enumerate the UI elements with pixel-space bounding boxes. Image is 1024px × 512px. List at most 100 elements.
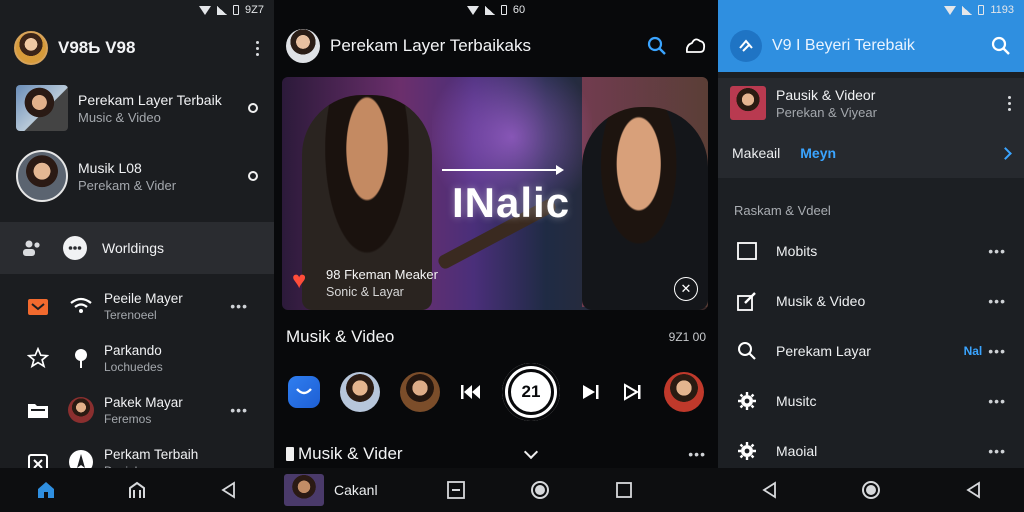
- app-icon[interactable]: [288, 376, 320, 408]
- status-time: 1193: [990, 4, 1014, 16]
- page-title: V9 I Beyeri Terebaik: [772, 37, 915, 54]
- bottom-nav: [0, 468, 274, 512]
- more-icon[interactable]: •••: [988, 293, 1006, 309]
- play-icon[interactable]: [580, 381, 602, 403]
- sidebar-item[interactable]: Parkando Lochuedes: [0, 332, 274, 384]
- home-icon[interactable]: [528, 478, 552, 502]
- section-label: Raskam & Vdeel: [734, 203, 831, 218]
- menu-item-label: Perekam Layar: [776, 343, 871, 359]
- bookmark-icon: [286, 447, 294, 461]
- avatar[interactable]: [664, 372, 704, 412]
- item-title: Perekam Layer Terbaik: [78, 91, 222, 108]
- people-icon: [23, 240, 40, 256]
- avatar[interactable]: [14, 31, 48, 65]
- more-icon[interactable]: •••: [988, 343, 1006, 359]
- avatar[interactable]: [286, 29, 320, 63]
- search-icon[interactable]: [990, 35, 1012, 57]
- sidebar-item-worldings[interactable]: Worldings: [0, 222, 274, 274]
- chevron-right-icon[interactable]: [999, 146, 1012, 160]
- back-icon[interactable]: [961, 478, 985, 502]
- square-icon[interactable]: [612, 478, 636, 502]
- close-icon[interactable]: ✕: [674, 277, 698, 301]
- inbox-icon: [26, 294, 50, 318]
- wifi-icon: [199, 5, 212, 15]
- recents-icon[interactable]: [444, 478, 468, 502]
- avatar[interactable]: [340, 372, 380, 412]
- center-panel: 60 Perekam Layer Terbaikaks INalic ♥ 98 …: [274, 0, 718, 512]
- section-title: Musik & Video: [286, 327, 395, 346]
- search-icon[interactable]: [646, 35, 668, 57]
- menu-item-label: Musitc: [776, 393, 817, 409]
- radio-button[interactable]: [248, 171, 258, 181]
- wifi-icon: [68, 293, 94, 319]
- mini-player-label: Cakanl: [334, 482, 378, 498]
- item-subtitle: Perekam & Vider: [78, 177, 177, 193]
- radio-button[interactable]: [248, 103, 258, 113]
- menu-item-label: Maoial: [776, 443, 818, 459]
- hero-caption-title: 98 Fkeman Meaker: [326, 267, 438, 282]
- kebab-icon[interactable]: [254, 40, 260, 56]
- more-icon[interactable]: •••: [988, 243, 1006, 259]
- window-icon: [736, 240, 758, 262]
- status-bar: 1193: [718, 0, 1024, 20]
- mini-player-thumbnail[interactable]: [284, 474, 324, 506]
- status-time: 9Z7: [245, 4, 264, 16]
- menu-item[interactable]: Musik & Video •••: [718, 276, 1024, 326]
- item-title: Musik L08: [78, 159, 142, 176]
- item-subtitle: Lochuedes: [104, 359, 163, 374]
- hero-banner[interactable]: INalic ♥ 98 Fkeman Meaker Sonic & Layar …: [282, 77, 708, 310]
- menu-item[interactable]: Mobits •••: [718, 226, 1024, 276]
- page-title: V98Ƅ V98: [58, 38, 136, 57]
- more-icon[interactable]: •••: [688, 446, 706, 462]
- more-icon[interactable]: •••: [230, 298, 248, 314]
- item-subtitle: Feremos: [104, 411, 152, 426]
- link-row[interactable]: Makeail Meyn: [718, 128, 1024, 178]
- gear-icon: [736, 440, 758, 462]
- app-logo-icon[interactable]: [730, 30, 762, 62]
- item-subtitle: Music & Video: [78, 109, 161, 125]
- list-item[interactable]: Musik L08 Perekam & Vider: [0, 144, 274, 208]
- kebab-icon[interactable]: [1006, 95, 1012, 111]
- link-value: Meyn: [800, 145, 837, 161]
- queue-row[interactable]: Musik & Vider •••: [286, 440, 706, 468]
- star-icon: [26, 346, 50, 370]
- home-icon[interactable]: [859, 478, 883, 502]
- skip-back-icon[interactable]: [460, 381, 482, 403]
- menu-item[interactable]: Perekam Layar Nal •••: [718, 326, 1024, 376]
- more-icon[interactable]: •••: [230, 402, 248, 418]
- heart-icon[interactable]: ♥: [292, 267, 306, 295]
- sidebar-item[interactable]: Peeile Mayer Terenoeel •••: [0, 280, 274, 332]
- library-icon[interactable]: [125, 478, 149, 502]
- avatar[interactable]: [400, 372, 440, 412]
- list-item[interactable]: Pausik & Videor Perekan & Viyear: [718, 78, 1024, 128]
- pin-icon: [68, 345, 94, 371]
- more-icon[interactable]: •••: [988, 443, 1006, 459]
- section-header: Musik & Video 9Z1 00: [286, 322, 706, 352]
- avatar: [68, 397, 94, 423]
- more-icon[interactable]: •••: [988, 393, 1006, 409]
- right-panel: 1193 V9 I Beyeri Terebaik Pausik & Video…: [718, 0, 1024, 512]
- wifi-icon: [944, 5, 957, 15]
- app-header: V9 I Beyeri Terebaik: [718, 20, 1024, 72]
- item-title: Peeile Mayer: [104, 290, 183, 306]
- back-icon[interactable]: [757, 478, 781, 502]
- back-icon[interactable]: [216, 478, 240, 502]
- list-item[interactable]: Perekam Layer Terbaik Music & Video: [0, 76, 274, 140]
- home-icon[interactable]: [34, 478, 58, 502]
- hero-caption-subtitle: Sonic & Layar: [326, 285, 404, 299]
- play-button[interactable]: 21: [502, 363, 560, 421]
- battery-icon: [233, 5, 240, 15]
- sidebar-item[interactable]: Pakek Mayar Feremos •••: [0, 384, 274, 436]
- chevron-down-icon[interactable]: [524, 444, 539, 460]
- cast-icon[interactable]: [684, 35, 706, 57]
- item-subtitle: Terenoeel: [104, 307, 157, 322]
- app-header: V98Ƅ V98: [0, 20, 274, 76]
- track-duration: 9Z1 00: [668, 330, 706, 344]
- item-title: Parkando: [104, 342, 162, 358]
- menu-item[interactable]: Musitc •••: [718, 376, 1024, 426]
- skip-forward-icon[interactable]: [622, 381, 644, 403]
- signal-icon: [217, 5, 228, 15]
- status-bar: 9Z7: [0, 0, 274, 20]
- menu-item-label: Musik & Video: [776, 293, 866, 309]
- menu-item-label: Mobits: [776, 243, 818, 259]
